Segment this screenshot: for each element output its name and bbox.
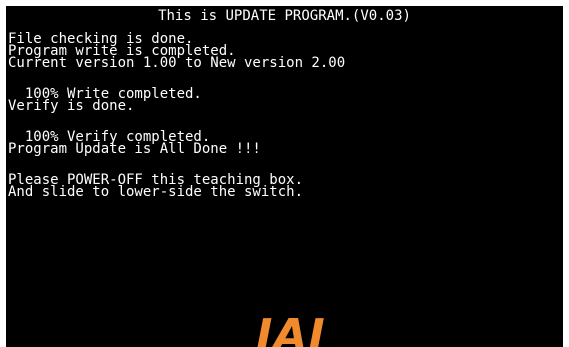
iai-logo: IAI	[256, 310, 326, 347]
status-line-verify-done: Verify is done.	[8, 98, 135, 114]
status-line-update-done: Program Update is All Done !!!	[8, 141, 261, 157]
screen-title: This is UPDATE PROGRAM.(V0.03)	[158, 8, 411, 24]
teaching-box-screen: This is UPDATE PROGRAM.(V0.03) File chec…	[6, 6, 563, 347]
status-line-version: Current version 1.00 to New version 2.00	[8, 55, 346, 71]
instruction-line-slide-switch: And slide to lower-side the switch.	[8, 184, 304, 200]
